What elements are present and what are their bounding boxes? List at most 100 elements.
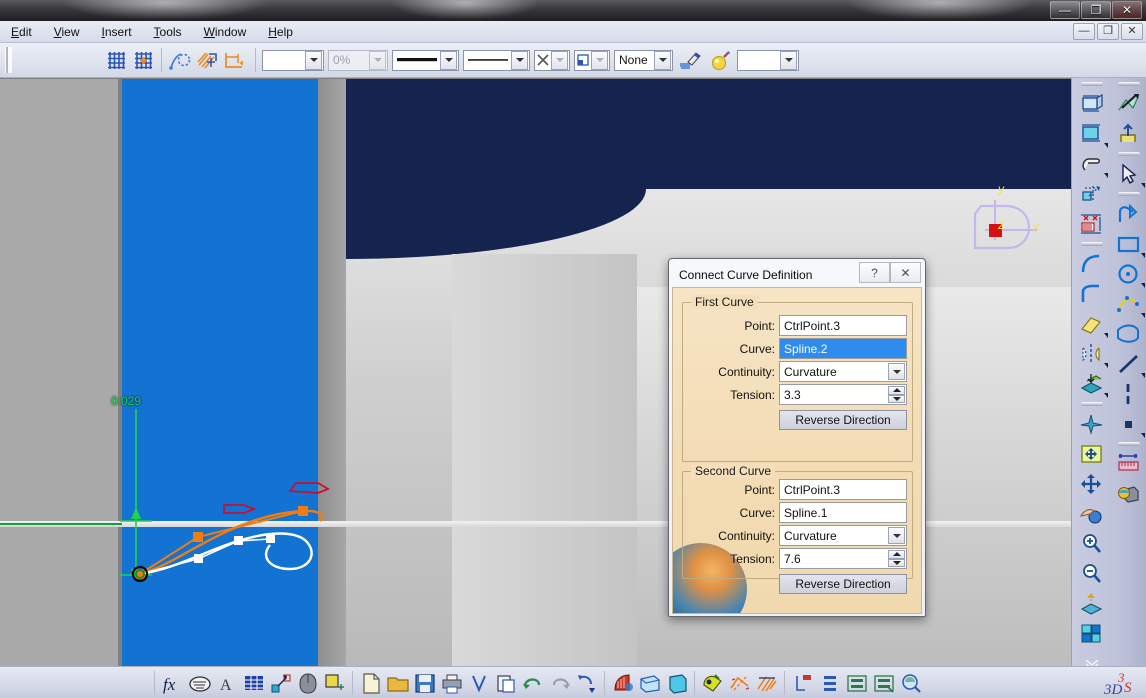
cancel-button[interactable]: Cancel — [851, 613, 922, 614]
point-icon[interactable] — [1112, 409, 1146, 438]
pan-icon[interactable] — [1075, 469, 1109, 498]
menu-item-tools[interactable]: Tools — [143, 23, 193, 41]
menu-item-edit[interactable]: EEditdit — [0, 23, 43, 41]
axis-icon[interactable] — [1112, 379, 1146, 408]
os-minimize-button[interactable]: — — [1050, 1, 1080, 19]
right-toolbar-grip-a3[interactable] — [1080, 402, 1103, 406]
tree-filter-icon[interactable] — [870, 669, 897, 697]
clip-icon[interactable] — [1075, 149, 1109, 178]
print-icon[interactable] — [438, 669, 465, 697]
spline-icon[interactable] — [1112, 289, 1146, 318]
line-icon[interactable] — [1112, 349, 1146, 378]
grid-icon[interactable] — [104, 48, 129, 73]
mouse-icon[interactable] — [294, 669, 321, 697]
ellipse-icon[interactable] — [1112, 319, 1146, 348]
end-combo[interactable] — [737, 49, 799, 71]
direction-arrow-first[interactable] — [288, 482, 331, 494]
help-icon[interactable]: ? — [859, 262, 890, 283]
menu-item-help[interactable]: Help — [257, 23, 304, 41]
note-icon[interactable] — [186, 669, 213, 697]
multi-view-icon[interactable] — [1075, 619, 1109, 648]
toolbar-grip[interactable] — [5, 47, 12, 73]
menu-item-window[interactable]: Window — [193, 23, 258, 41]
direction-arrow-second[interactable] — [223, 504, 257, 514]
eraser-icon[interactable] — [1075, 309, 1109, 338]
shading-icon[interactable] — [699, 669, 726, 697]
os-close-button[interactable]: ✕ — [1112, 1, 1142, 19]
paste-icon[interactable] — [492, 669, 519, 697]
second-tension-down[interactable] — [888, 558, 905, 567]
first-tension-spinner[interactable] — [888, 386, 905, 403]
control-point-handle[interactable] — [194, 554, 203, 563]
second-tension-up[interactable] — [888, 550, 905, 559]
layer-combo-arrow[interactable] — [654, 50, 671, 70]
layers-icon[interactable] — [816, 669, 843, 697]
history-icon[interactable] — [573, 669, 600, 697]
normal-view-icon[interactable] — [1075, 589, 1109, 618]
table-icon[interactable] — [240, 669, 267, 697]
linewidth-combo[interactable] — [392, 49, 459, 71]
first-tension-up[interactable] — [888, 386, 905, 395]
control-point-handle[interactable] — [234, 536, 243, 545]
color-combo[interactable] — [262, 49, 324, 71]
linewidth-combo-arrow[interactable] — [440, 50, 457, 70]
sketch-dimension-icon[interactable] — [221, 48, 246, 73]
constraint-icon[interactable] — [267, 669, 294, 697]
first-continuity-arrow[interactable] — [888, 363, 905, 380]
render-icon[interactable] — [609, 669, 636, 697]
first-point-field[interactable]: CtrlPoint.3 — [779, 315, 907, 336]
select-arrow-icon[interactable] — [1112, 159, 1146, 188]
transform-icon[interactable] — [1075, 179, 1109, 208]
os-maximize-button[interactable]: ❐ — [1081, 1, 1111, 19]
transparency-combo[interactable]: 0% — [328, 49, 388, 71]
save-icon[interactable] — [411, 669, 438, 697]
second-point-field[interactable]: CtrlPoint.3 — [779, 479, 907, 500]
right-toolbar-grip-b4[interactable] — [1117, 442, 1140, 446]
point-style-combo[interactable] — [534, 49, 570, 71]
first-tension-field[interactable]: 3.3 — [779, 384, 907, 405]
control-point-handle[interactable] — [266, 534, 275, 543]
fill-surface-icon[interactable] — [1075, 119, 1109, 148]
polyline-icon[interactable] — [1112, 199, 1146, 228]
end-combo-arrow[interactable] — [780, 50, 797, 70]
open-folder-icon[interactable] — [384, 669, 411, 697]
right-toolbar-grip-b3[interactable] — [1117, 192, 1140, 196]
second-tension-spinner[interactable] — [888, 550, 905, 567]
grid-snap-icon[interactable] — [131, 48, 156, 73]
first-curve-field[interactable]: Spline.2 — [779, 338, 907, 359]
right-toolbar-grip-a2[interactable] — [1080, 242, 1103, 246]
menu-item-view[interactable]: View — [43, 23, 91, 41]
first-reverse-direction-button[interactable]: Reverse Direction — [779, 410, 907, 430]
second-continuity-combo[interactable]: Curvature — [779, 525, 907, 546]
right-toolbar-grip-a1[interactable] — [1080, 82, 1103, 86]
rectangle-icon[interactable] — [1112, 229, 1146, 258]
second-tension-field[interactable]: 7.6 — [779, 548, 907, 569]
intersect-icon[interactable] — [1112, 89, 1146, 118]
extrude-icon[interactable] — [1075, 89, 1109, 118]
hidden-line-icon[interactable] — [753, 669, 780, 697]
project-icon[interactable] — [1075, 369, 1109, 398]
zoom-out-icon[interactable] — [1075, 559, 1109, 588]
mdi-restore-button[interactable]: ❐ — [1097, 23, 1119, 40]
ok-button[interactable]: OK — [778, 613, 844, 614]
mdi-close-button[interactable]: ✕ — [1121, 23, 1143, 40]
layer-combo[interactable]: None — [614, 49, 673, 71]
right-toolbar-grip-b2[interactable] — [1117, 152, 1140, 156]
fit-all-icon[interactable] — [1075, 439, 1109, 468]
right-toolbar-grip-b1[interactable] — [1117, 82, 1140, 86]
connect-curve-definition-dialog[interactable]: Connect Curve Definition ? ✕ First Curve… — [668, 258, 926, 617]
linetype-combo[interactable] — [463, 49, 530, 71]
new-doc-icon[interactable] — [357, 669, 384, 697]
circle-icon[interactable] — [1112, 259, 1146, 288]
fly-mode-icon[interactable] — [1075, 409, 1109, 438]
fill-window-icon[interactable] — [663, 669, 690, 697]
apply-material-icon[interactable] — [1112, 479, 1146, 508]
spline-geometry[interactable] — [120, 469, 350, 599]
sketch-shade-icon[interactable] — [194, 48, 219, 73]
tree-order-icon[interactable] — [843, 669, 870, 697]
render-style-arrow[interactable] — [591, 50, 608, 70]
measure-icon[interactable] — [1112, 449, 1146, 478]
first-continuity-combo[interactable]: Curvature — [779, 361, 907, 382]
menu-item-insert[interactable]: Insert — [91, 23, 143, 41]
control-point-handle[interactable] — [298, 506, 308, 516]
